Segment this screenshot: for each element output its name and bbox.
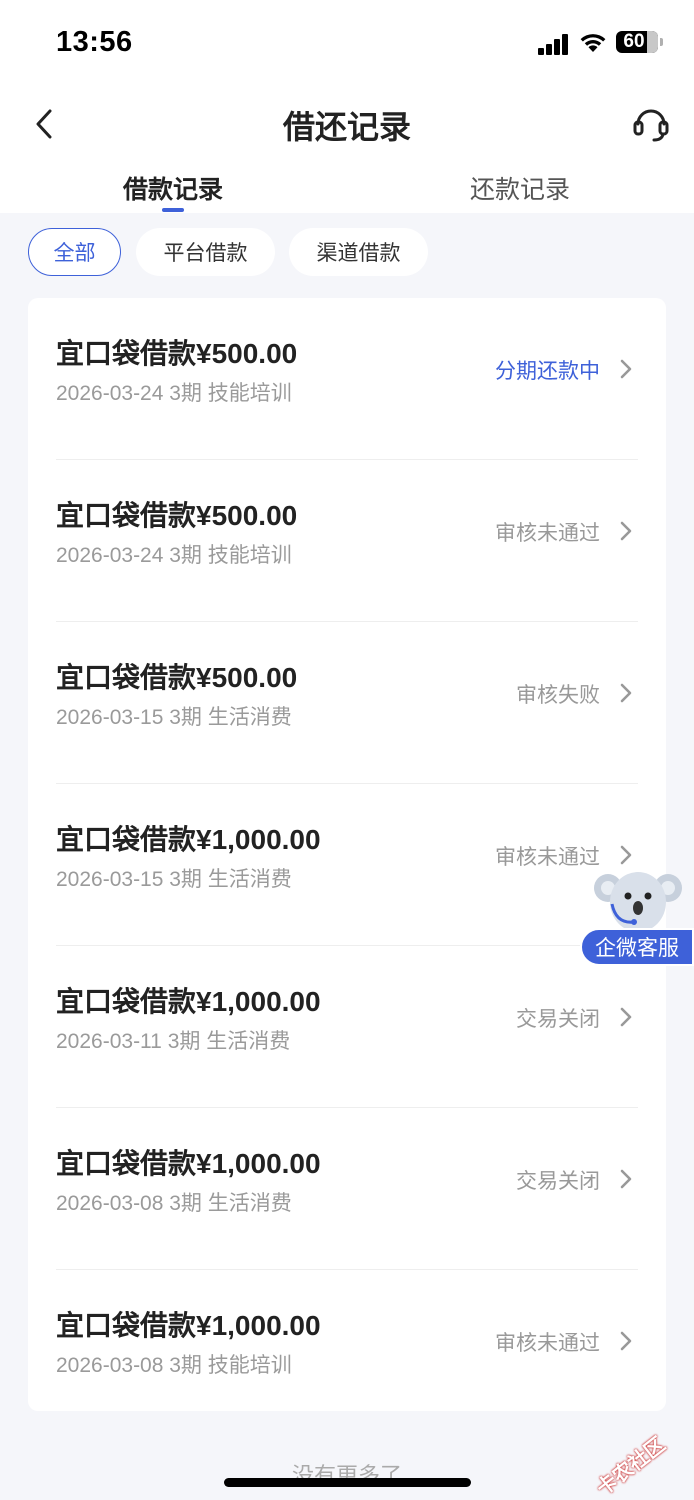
records-card: 宜口袋借款¥500.00 2026-03-24 3期 技能培训 分期还款中 宜口… — [28, 298, 666, 1411]
headset-icon[interactable] — [630, 102, 672, 144]
wecom-service-label: 企微客服 — [580, 928, 694, 966]
record-row[interactable]: 宜口袋借款¥1,000.00 2026-03-08 3期 技能培训 审核未通过 — [28, 1270, 666, 1411]
record-row[interactable]: 宜口袋借款¥1,000.00 2026-03-11 3期 生活消费 交易关闭 — [28, 946, 666, 1108]
wecom-service-button[interactable]: 企微客服 — [580, 864, 694, 966]
record-row[interactable]: 宜口袋借款¥500.00 2026-03-24 3期 技能培训 分期还款中 — [28, 298, 666, 460]
record-status: 分期还款中 — [495, 360, 600, 383]
battery-nub — [660, 38, 663, 46]
chevron-right-icon — [620, 521, 632, 541]
battery-level: 60 — [623, 31, 645, 52]
record-row[interactable]: 宜口袋借款¥500.00 2026-03-24 3期 技能培训 审核未通过 — [28, 460, 666, 622]
chevron-right-icon — [620, 845, 632, 865]
record-status: 审核未通过 — [495, 522, 600, 545]
status-time: 13:56 — [56, 26, 133, 58]
record-tabs: 借款记录 还款记录 — [0, 160, 694, 213]
filter-chips: 全部 平台借款 渠道借款 — [0, 228, 694, 276]
record-meta: 2026-03-15 3期 生活消费 — [56, 868, 292, 891]
koala-mascot-icon — [594, 872, 682, 932]
chevron-right-icon — [620, 683, 632, 703]
active-tab-indicator — [162, 208, 184, 212]
status-bar: 13:56 60 — [0, 0, 694, 88]
record-row[interactable]: 宜口袋借款¥1,000.00 2026-03-15 3期 生活消费 审核未通过 — [28, 784, 666, 946]
tab-borrow-records[interactable]: 借款记录 — [63, 170, 283, 206]
record-status: 审核未通过 — [495, 1332, 600, 1355]
chevron-right-icon — [620, 1169, 632, 1189]
record-title: 宜口袋借款¥1,000.00 — [56, 824, 321, 855]
record-row[interactable]: 宜口袋借款¥1,000.00 2026-03-08 3期 生活消费 交易关闭 — [28, 1108, 666, 1270]
wifi-icon — [580, 34, 606, 52]
navbar: 借还记录 — [0, 88, 694, 160]
record-meta: 2026-03-08 3期 生活消费 — [56, 1192, 292, 1215]
record-status: 审核失败 — [516, 684, 600, 707]
chevron-right-icon — [620, 359, 632, 379]
record-title: 宜口袋借款¥1,000.00 — [56, 1310, 321, 1341]
record-status: 交易关闭 — [516, 1008, 600, 1031]
battery-icon: 60 — [616, 31, 658, 53]
home-indicator[interactable] — [224, 1478, 471, 1487]
record-meta: 2026-03-08 3期 技能培训 — [56, 1354, 292, 1377]
chevron-right-icon — [620, 1331, 632, 1351]
page-title: 借还记录 — [282, 109, 411, 145]
record-row[interactable]: 宜口袋借款¥500.00 2026-03-15 3期 生活消费 审核失败 — [28, 622, 666, 784]
cellular-signal-icon — [538, 33, 570, 55]
chevron-right-icon — [620, 1007, 632, 1027]
record-title: 宜口袋借款¥1,000.00 — [56, 986, 321, 1017]
record-meta: 2026-03-15 3期 生活消费 — [56, 706, 292, 729]
record-meta: 2026-03-11 3期 生活消费 — [56, 1030, 291, 1053]
header-area: 13:56 60 借还记录 借款记录 还款记录 — [0, 0, 694, 213]
tab-repay-records[interactable]: 还款记录 — [410, 170, 630, 206]
record-meta: 2026-03-24 3期 技能培训 — [56, 382, 292, 405]
record-title: 宜口袋借款¥500.00 — [56, 662, 298, 693]
record-title: 宜口袋借款¥500.00 — [56, 338, 298, 369]
record-title: 宜口袋借款¥500.00 — [56, 500, 298, 531]
record-meta: 2026-03-24 3期 技能培训 — [56, 544, 292, 567]
filter-platform-loans[interactable]: 平台借款 — [136, 228, 275, 276]
filter-all[interactable]: 全部 — [28, 228, 121, 276]
filter-channel-loans[interactable]: 渠道借款 — [289, 228, 428, 276]
record-status: 交易关闭 — [516, 1170, 600, 1193]
record-title: 宜口袋借款¥1,000.00 — [56, 1148, 321, 1179]
